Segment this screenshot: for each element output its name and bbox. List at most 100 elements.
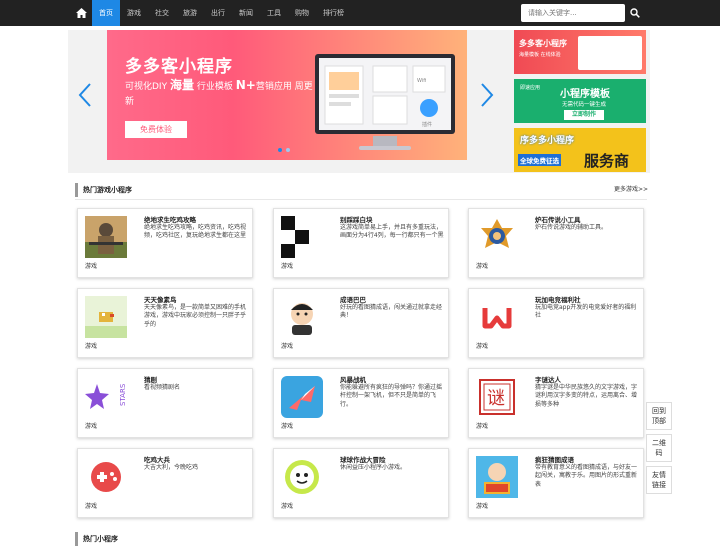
card-category: 游戏: [281, 263, 294, 270]
ball-face-icon[interactable]: [281, 456, 323, 498]
nav-item[interactable]: 游戏: [120, 0, 148, 26]
carousel-dot[interactable]: [278, 148, 282, 152]
guess-picture-icon[interactable]: [476, 456, 518, 498]
card-description: 玩加电竞app开发的电竞爱好者的福利社: [535, 304, 637, 320]
game-card[interactable]: 绝地求生吃鸡攻略 绝地求生吃鸡攻略，吃鸡资讯，吃鸡视频，吃鸡社区，复玩绝地求生都在…: [77, 208, 253, 278]
svg-text:谜: 谜: [487, 388, 505, 409]
card-title[interactable]: 成语巴巴: [340, 294, 366, 304]
game-card[interactable]: 炉石传说小工具 炉石传说游戏的辅助工具。 游戏: [468, 208, 644, 278]
carousel-dot[interactable]: [286, 148, 290, 152]
nav-item[interactable]: 工具: [260, 0, 288, 26]
card-category: 游戏: [476, 423, 489, 430]
riddle-character-icon[interactable]: 谜: [476, 376, 518, 418]
card-description: 看视频猜剧名: [144, 384, 181, 391]
card-description: 这游戏简单易上手，并且有多重玩法，画面分为4行4列，每一行都只有一个黑: [340, 224, 444, 240]
card-title[interactable]: 绝地求生吃鸡攻略: [144, 214, 196, 224]
card-description: 猜字谜是中华民族悠久的文字游戏，字谜利用汉字多变的特点，运用离合、增损等多种: [535, 384, 638, 408]
svg-text:Wifi: Wifi: [417, 78, 426, 84]
slide-title: 多多客小程序: [125, 57, 233, 77]
game-card[interactable]: 风暴战机 你能躲避所有疯狂的导弹吗？你通过摇杆控制一架飞机，但不只是简单的飞行。游…: [273, 368, 449, 438]
ad-title: 序多多小程序: [520, 136, 575, 146]
carousel-dots: [278, 148, 290, 152]
more-games-link[interactable]: 更多游戏>>: [614, 183, 648, 197]
card-category: 游戏: [85, 263, 98, 270]
plane-icon[interactable]: [281, 376, 323, 418]
game-card[interactable]: STARS 猜剧 看视频猜剧名游戏: [77, 368, 253, 438]
nav-item[interactable]: 旅游: [176, 0, 204, 26]
card-category: 游戏: [281, 503, 294, 510]
ad-logo-text: 即速应用: [520, 85, 541, 91]
section-title: 热门小程序: [75, 532, 647, 546]
ad-service-provider[interactable]: 序多多小程序 全球免费征选 服务商: [514, 128, 646, 172]
ad-duoduoke[interactable]: 多多客小程序 海量模板 在线体验: [514, 30, 646, 74]
carousel-prev-icon[interactable]: [78, 82, 92, 108]
card-title[interactable]: 风暴战机: [340, 374, 366, 384]
card-description: 绝地求生吃鸡攻略，吃鸡资讯，吃鸡视频，吃鸡社区，复玩绝地求生都在这里: [144, 224, 247, 240]
pixel-bird-icon[interactable]: [85, 296, 127, 338]
ad-template[interactable]: 即速应用 小程序模板 无需代码一键生成 立即制作: [514, 79, 646, 123]
monitor-mockup-icon: Wifi 插件: [315, 54, 455, 150]
hearthstone-logo-icon[interactable]: [476, 216, 518, 258]
stars-logo-icon[interactable]: STARS: [85, 376, 127, 418]
ad-title: 小程序模板: [560, 89, 610, 100]
svg-text:STARS: STARS: [119, 383, 127, 406]
ad-big-text: 服务商: [584, 152, 630, 170]
ad-title: 多多客小程序: [519, 39, 567, 48]
game-card[interactable]: 玩加电竞福利社 玩加电竞app开发的电竞爱好者的福利社游戏: [468, 288, 644, 358]
card-category: 游戏: [85, 343, 98, 350]
card-description: 大吉大利，今晚吃鸡: [144, 464, 199, 471]
game-card[interactable]: 成语巴巴 好玩的看图猜成语，闯关通过就拿走经典！ 游戏: [273, 288, 449, 358]
search-input[interactable]: 请输入关键字...: [521, 4, 625, 22]
card-description: 好玩的看图猜成语，闯关通过就拿走经典！: [340, 304, 443, 320]
carousel-slide[interactable]: 多多客小程序 可视化DIY 海量 行业模板 N+营销应用 周更新 免费体验 Wi…: [107, 30, 467, 160]
card-title[interactable]: 疯狂猜图成语: [535, 454, 574, 464]
nav-item[interactable]: 排行榜: [316, 0, 351, 26]
search-button[interactable]: [625, 4, 645, 22]
card-description: 休闲益压小程序小游戏。: [340, 464, 407, 471]
card-category: 游戏: [281, 343, 294, 350]
nav-item[interactable]: 首页: [92, 0, 120, 26]
piano-tiles-icon[interactable]: [281, 216, 323, 258]
gamepad-icon[interactable]: [85, 456, 127, 498]
home-icon[interactable]: [70, 0, 92, 26]
game-card[interactable]: 吃鸡大兵 大吉大利，今晚吃鸡游戏: [77, 448, 253, 518]
ad-subtitle: 无需代码一键生成: [562, 102, 607, 108]
game-card[interactable]: 球球作战大冒险 休闲益压小程序小游戏。游戏: [273, 448, 449, 518]
card-title[interactable]: 别踩踩白块: [340, 214, 373, 224]
nav-item[interactable]: 购物: [288, 0, 316, 26]
card-title[interactable]: 猜剧: [144, 374, 157, 384]
section-title: 热门游戏小程序: [75, 183, 647, 197]
card-category: 游戏: [85, 503, 98, 510]
card-title[interactable]: 球球作战大冒险: [340, 454, 386, 464]
card-category: 游戏: [476, 263, 489, 270]
card-category: 游戏: [476, 343, 489, 350]
nav-item[interactable]: 社交: [148, 0, 176, 26]
idiom-character-icon[interactable]: [281, 296, 323, 338]
friend-links-button[interactable]: 友情链接: [646, 466, 672, 494]
game-card[interactable]: 疯狂猜图成语 带有教育意义的看图猜成语，与好友一起闯关，寓教于乐。用图片的形式重新…: [468, 448, 644, 518]
nav-item[interactable]: 新闻: [232, 0, 260, 26]
carousel-next-icon[interactable]: [480, 82, 494, 108]
nav-item[interactable]: 出行: [204, 0, 232, 26]
ad-screens-icon: [578, 36, 642, 70]
free-trial-button[interactable]: 免费体验: [125, 121, 187, 138]
game-card[interactable]: 谜 字谜达人 猜字谜是中华民族悠久的文字游戏，字谜利用汉字多变的特点，运用离合、增损…: [468, 368, 644, 438]
card-category: 游戏: [85, 423, 98, 430]
qrcode-button[interactable]: 二维码: [646, 434, 672, 462]
wanjia-logo-icon[interactable]: [476, 296, 518, 338]
ad-subtitle: 全球免费征选: [518, 154, 561, 166]
slide-subtitle: 可视化DIY 海量 行业模板 N+营销应用 周更新: [125, 78, 313, 107]
game-card[interactable]: 天天像素鸟 天天像素鸟，是一款简单又困难的手机游戏，游戏中玩家必须控制一只胖子乎乎…: [77, 288, 253, 358]
ad-make-button[interactable]: 立即制作: [564, 110, 604, 120]
card-description: 你能躲避所有疯狂的导弹吗？你通过摇杆控制一架飞机，但不只是简单的飞行。: [340, 384, 443, 408]
card-title[interactable]: 玩加电竞福利社: [535, 294, 581, 304]
card-title[interactable]: 天天像素鸟: [144, 294, 177, 304]
card-title[interactable]: 炉石传说小工具: [535, 214, 581, 224]
pubg-soldier-icon[interactable]: [85, 216, 127, 258]
svg-text:插件: 插件: [422, 121, 432, 128]
game-card[interactable]: 别踩踩白块 这游戏简单易上手，并且有多重玩法，画面分为4行4列，每一行都只有一个黑…: [273, 208, 449, 278]
card-title[interactable]: 吃鸡大兵: [144, 454, 170, 464]
card-title[interactable]: 字谜达人: [535, 374, 561, 384]
search-icon: [630, 8, 640, 18]
back-to-top-button[interactable]: 回到顶部: [646, 402, 672, 430]
